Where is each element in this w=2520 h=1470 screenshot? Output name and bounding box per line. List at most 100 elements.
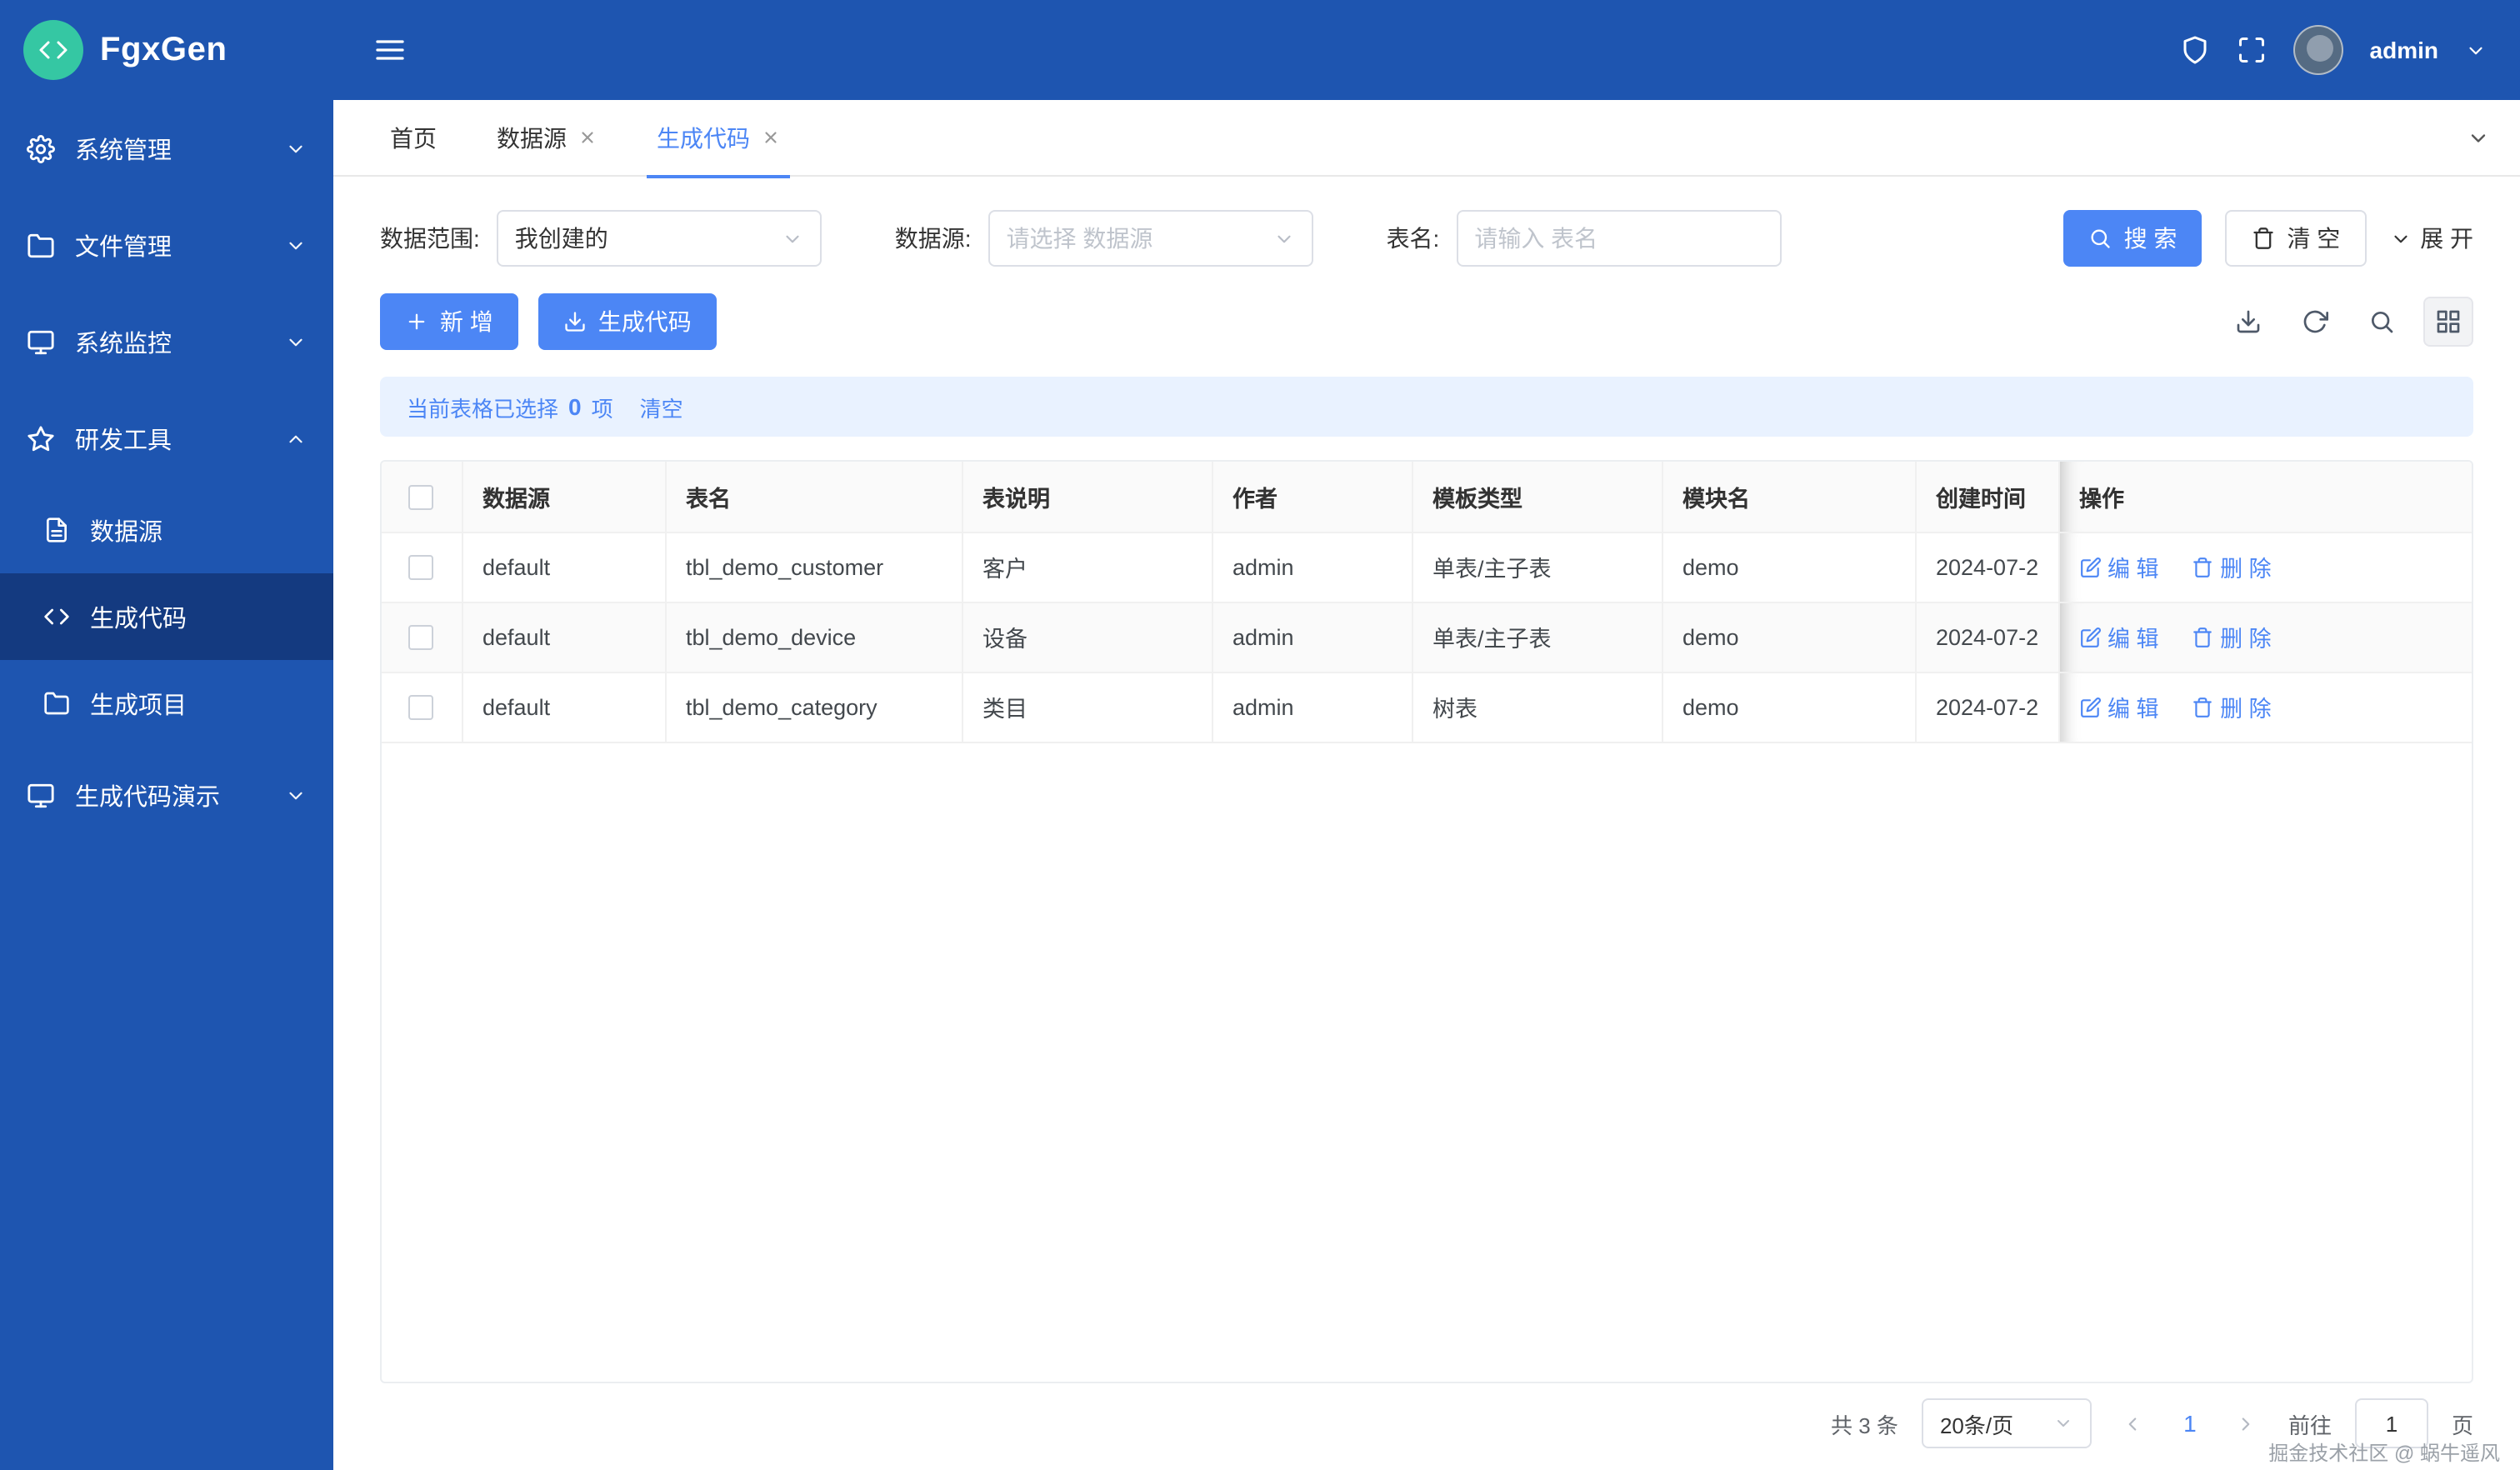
cell-template: 单表/主子表 [1412,602,1662,672]
table-row[interactable]: default tbl_demo_customer 客户 admin 单表/主子… [382,532,2472,602]
search-icon [2368,308,2395,335]
sidebar-subitem-generate-project[interactable]: 生成项目 [0,660,333,747]
cell-actions: 编 辑 删 除 [2058,672,2472,742]
column-settings-icon-button[interactable] [2423,297,2473,347]
add-button[interactable]: 新 增 [380,293,518,350]
tab-label: 数据源 [497,124,567,151]
edit-icon [2079,556,2101,578]
chevron-down-icon [2390,228,2412,249]
datasource-label: 数据源: [894,225,972,252]
chevron-down-icon [2053,1413,2073,1433]
row-checkbox[interactable] [408,694,434,720]
filter-datasource: 数据源: 请选择 数据源 [895,210,1313,267]
sidebar-item-label: 生成代码 [90,606,187,632]
pagination: 共 3 条 20条/页 1 前往 页 [380,1383,2473,1463]
table-row[interactable]: default tbl_demo_device 设备 admin 单表/主子表 … [382,602,2472,672]
refresh-icon-button[interactable] [2290,297,2340,347]
chevron-down-icon[interactable] [2465,39,2487,61]
top-header: admin [333,0,2520,100]
page-unit-label: 页 [2451,1412,2473,1438]
edit-link[interactable]: 编 辑 [2079,550,2159,583]
filter-bar: 数据范围: 我创建的 数据源: 请选择 数据源 表名: 请输入 表名 搜 索 清… [380,210,2473,267]
table-row[interactable]: default tbl_demo_category 类目 admin 树表 de… [382,672,2472,742]
selection-info-bar: 当前表格已选择 0 项 清空 [380,377,2473,437]
menu-toggle-icon[interactable] [373,33,407,67]
next-page-button[interactable] [2228,1405,2265,1442]
fullscreen-icon[interactable] [2237,35,2267,65]
sidebar-submenu: 数据源 生成代码 生成项目 [0,487,333,747]
chevron-down-icon [285,138,307,159]
tab-options-chevron-icon[interactable] [2467,126,2490,149]
cell-desc: 设备 [962,602,1212,672]
datasource-select[interactable]: 请选择 数据源 [988,210,1313,267]
code-icon [43,603,70,630]
current-page[interactable]: 1 [2175,1410,2205,1437]
chevron-down-icon [285,784,307,806]
cell-table: tbl_demo_customer [665,532,962,602]
edit-link[interactable]: 编 辑 [2079,620,2159,653]
refresh-icon [2302,308,2328,335]
delete-link[interactable]: 删 除 [2192,550,2272,583]
tab-datasource[interactable]: 数据源 [497,99,597,176]
delete-link[interactable]: 删 除 [2192,620,2272,653]
col-header-actions: 操作 [2058,462,2472,532]
expand-button[interactable]: 展 开 [2390,210,2473,267]
export-icon-button[interactable] [2223,297,2273,347]
search-button[interactable]: 搜 索 [2063,210,2202,267]
tab-label: 首页 [390,124,437,151]
shield-icon[interactable] [2180,35,2210,65]
delete-link[interactable]: 删 除 [2192,690,2272,723]
page-size-select[interactable]: 20条/页 [1921,1398,2092,1448]
cell-desc: 类目 [962,672,1212,742]
scope-select[interactable]: 我创建的 [496,210,822,267]
sidebar-item-label: 生成代码演示 [75,784,220,811]
sidebar-item-file-mgmt[interactable]: 文件管理 [0,197,333,293]
edit-link[interactable]: 编 辑 [2079,690,2159,723]
table-name-label: 表名: [1386,225,1440,252]
edit-label: 编 辑 [2108,697,2159,722]
sidebar-menu: 系统管理 文件管理 系统监控 研发工具 数据源 生成代码 生成项目 生成代码演示 [0,100,333,843]
sidebar-item-label: 数据源 [90,519,162,546]
download-icon [563,310,587,333]
sidebar-item-dev-tools[interactable]: 研发工具 [0,390,333,487]
col-header-template: 模板类型 [1412,462,1662,532]
prev-page-button[interactable] [2115,1405,2152,1442]
generate-code-button[interactable]: 生成代码 [538,293,717,350]
close-icon[interactable] [762,128,780,147]
clear-button[interactable]: 清 空 [2225,210,2368,267]
add-button-label: 新 增 [440,308,493,335]
gear-icon [27,134,55,162]
plus-icon [405,310,428,333]
close-icon[interactable] [578,128,597,147]
watermark: 掘金技术社区 @ 蜗牛遥风 [2268,1442,2500,1465]
table-name-input[interactable] [1456,210,1782,267]
pagination-total: 共 3 条 [1831,1412,1898,1438]
avatar[interactable] [2292,25,2343,75]
sidebar-subitem-datasource[interactable]: 数据源 [0,487,333,573]
sidebar-item-system-mgmt[interactable]: 系统管理 [0,100,333,197]
sidebar-item-label: 系统管理 [75,138,172,164]
sidebar-item-system-monitor[interactable]: 系统监控 [0,293,333,390]
tab-home[interactable]: 首页 [390,99,437,176]
main-area: 首页 数据源 生成代码 数据范围: 我创建的 数据源: 请选择 数据源 表名: … [333,100,2520,1470]
chevron-down-icon [285,234,307,256]
select-all-checkbox[interactable] [408,484,434,510]
clear-button-label: 清 空 [2287,225,2341,252]
tab-generate-code[interactable]: 生成代码 [647,99,790,178]
user-name[interactable]: admin [2370,37,2438,63]
header-actions: admin [2180,25,2487,75]
trash-icon [2192,556,2213,578]
chevron-down-icon [782,228,803,249]
file-text-icon [43,517,70,543]
selection-clear-link[interactable]: 清空 [640,391,683,422]
row-checkbox[interactable] [408,624,434,650]
sidebar-item-label: 研发工具 [75,428,172,454]
sidebar-subitem-generate-code[interactable]: 生成代码 [0,573,333,660]
filter-actions: 搜 索 清 空 展 开 [2063,210,2473,267]
logo[interactable]: FgxGen [0,0,333,100]
col-header-author: 作者 [1212,462,1412,532]
sidebar-item-code-demo[interactable]: 生成代码演示 [0,747,333,843]
search-icon-button[interactable] [2357,297,2407,347]
cell-created: 2024-07-2 [1915,672,2059,742]
row-checkbox[interactable] [408,554,434,580]
